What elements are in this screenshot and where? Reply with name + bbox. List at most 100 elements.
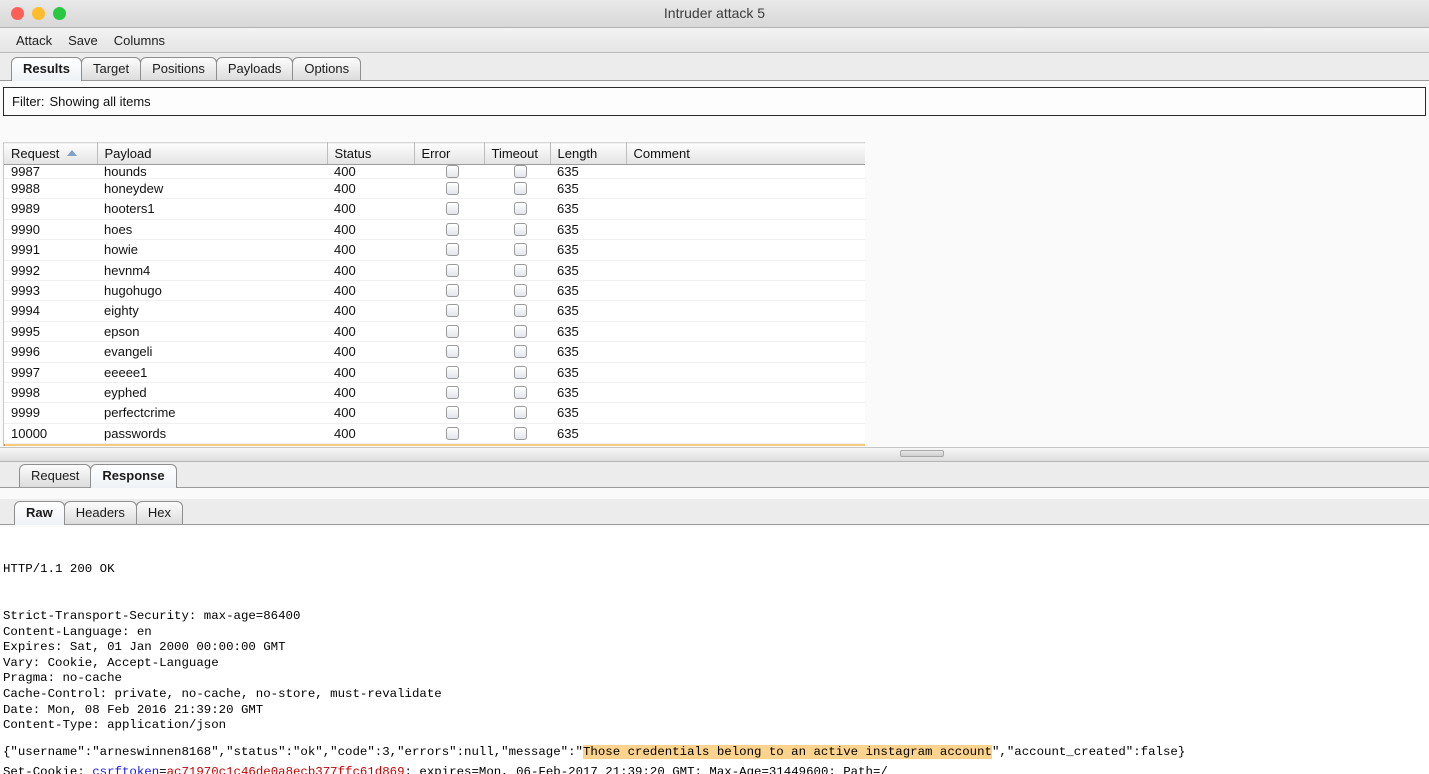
- splitter-grip[interactable]: [900, 450, 944, 457]
- cell-timeout[interactable]: [484, 402, 550, 424]
- cell-error[interactable]: [414, 362, 484, 384]
- checkbox-error-icon[interactable]: [446, 324, 459, 338]
- cell-timeout[interactable]: [484, 362, 550, 384]
- column-header-comment[interactable]: Comment: [626, 142, 865, 165]
- table-row[interactable]: 9989 hooters1 400 635: [4, 198, 865, 220]
- cell-error[interactable]: [414, 382, 484, 404]
- cell-timeout[interactable]: [484, 443, 550, 446]
- checkbox-timeout-icon[interactable]: [514, 406, 527, 420]
- table-row[interactable]: 9990 hoes 400 635: [4, 219, 865, 241]
- tab-options[interactable]: Options: [292, 57, 362, 80]
- cell-error[interactable]: [414, 341, 484, 363]
- checkbox-timeout-icon[interactable]: [514, 202, 527, 216]
- cell-error[interactable]: [414, 198, 484, 220]
- tab-raw[interactable]: Raw: [14, 501, 65, 525]
- checkbox-timeout-icon[interactable]: [514, 426, 527, 440]
- view-tab-strip: Raw Headers Hex: [0, 499, 1429, 525]
- checkbox-timeout-icon[interactable]: [514, 304, 527, 318]
- checkbox-timeout-icon[interactable]: [514, 222, 527, 236]
- menu-item-columns[interactable]: Columns: [108, 32, 171, 49]
- cell-timeout[interactable]: [484, 423, 550, 445]
- tab-positions[interactable]: Positions: [140, 57, 217, 80]
- cell-timeout[interactable]: [484, 198, 550, 220]
- table-row[interactable]: 9995 epson 400 635: [4, 321, 865, 343]
- checkbox-timeout-icon[interactable]: [514, 284, 527, 298]
- cell-error[interactable]: [414, 239, 484, 261]
- column-header-payload[interactable]: Payload: [97, 142, 328, 165]
- checkbox-timeout-icon[interactable]: [514, 365, 527, 379]
- table-row[interactable]: 9993 hugohugo 400 635: [4, 280, 865, 302]
- cell-timeout[interactable]: [484, 178, 550, 200]
- cell-error[interactable]: [414, 423, 484, 445]
- cell-timeout[interactable]: [484, 260, 550, 282]
- table-row[interactable]: 9987 hounds 400 635: [4, 164, 865, 179]
- cell-timeout[interactable]: [484, 300, 550, 322]
- checkbox-timeout-icon[interactable]: [514, 324, 527, 338]
- table-row[interactable]: 9998 eyphed 400 635: [4, 382, 865, 404]
- checkbox-error-icon[interactable]: [446, 406, 459, 420]
- checkbox-error-icon[interactable]: [446, 386, 459, 400]
- checkbox-timeout-icon[interactable]: [514, 165, 527, 178]
- table-row[interactable]: 9992 hevnm4 400 635: [4, 260, 865, 282]
- checkbox-timeout-icon[interactable]: [514, 263, 527, 277]
- cell-error[interactable]: [414, 300, 484, 322]
- cell-error[interactable]: [414, 178, 484, 200]
- checkbox-error-icon[interactable]: [446, 182, 459, 195]
- cell-timeout[interactable]: [484, 321, 550, 343]
- column-header-request[interactable]: Request: [4, 142, 98, 165]
- cell-error[interactable]: [414, 402, 484, 424]
- menu-item-attack[interactable]: Attack: [10, 32, 58, 49]
- cell-error[interactable]: [414, 443, 484, 446]
- cell-error[interactable]: [414, 321, 484, 343]
- table-row[interactable]: 9999 perfectcrime 400 635: [4, 402, 865, 424]
- checkbox-error-icon[interactable]: [446, 304, 459, 318]
- cell-error[interactable]: [414, 164, 484, 179]
- checkbox-timeout-icon[interactable]: [514, 345, 527, 359]
- cell-timeout[interactable]: [484, 239, 550, 261]
- column-header-error[interactable]: Error: [414, 142, 485, 165]
- checkbox-error-icon[interactable]: [446, 202, 459, 216]
- cell-comment: [626, 362, 865, 384]
- column-header-status[interactable]: Status: [327, 142, 415, 165]
- table-row[interactable]: 9994 eighty 400 635: [4, 300, 865, 322]
- cell-timeout[interactable]: [484, 382, 550, 404]
- table-row[interactable]: 10001passwd200 734: [4, 443, 865, 446]
- cell-timeout[interactable]: [484, 341, 550, 363]
- table-row[interactable]: 9997 eeeee1 400 635: [4, 362, 865, 384]
- table-row[interactable]: 9991 howie 400 635: [4, 239, 865, 261]
- tab-request[interactable]: Request: [19, 464, 92, 487]
- menu-item-save[interactable]: Save: [62, 32, 104, 49]
- cell-timeout[interactable]: [484, 164, 550, 179]
- tab-hex[interactable]: Hex: [135, 501, 183, 524]
- checkbox-error-icon[interactable]: [446, 365, 459, 379]
- response-raw-viewer[interactable]: HTTP/1.1 200 OK Strict-Transport-Securit…: [0, 527, 1429, 774]
- checkbox-timeout-icon[interactable]: [514, 386, 527, 400]
- cell-timeout[interactable]: [484, 280, 550, 302]
- checkbox-error-icon[interactable]: [446, 165, 459, 178]
- cell-timeout[interactable]: [484, 219, 550, 241]
- cell-error[interactable]: [414, 219, 484, 241]
- tab-target[interactable]: Target: [80, 57, 142, 80]
- table-row[interactable]: 10000 passwords 400 635: [4, 423, 865, 445]
- filter-bar[interactable]: Filter: Showing all items: [3, 87, 1426, 116]
- checkbox-error-icon[interactable]: [446, 263, 459, 277]
- tab-payloads[interactable]: Payloads: [215, 57, 294, 80]
- checkbox-timeout-icon[interactable]: [514, 243, 527, 257]
- column-header-length[interactable]: Length: [550, 142, 627, 165]
- table-row[interactable]: 9988 honeydew 400 635: [4, 178, 865, 200]
- tab-response[interactable]: Response: [90, 464, 177, 488]
- tab-headers[interactable]: Headers: [63, 501, 137, 524]
- column-header-timeout[interactable]: Timeout: [484, 142, 551, 165]
- checkbox-error-icon[interactable]: [446, 284, 459, 298]
- panel-splitter[interactable]: [0, 447, 1429, 462]
- checkbox-error-icon[interactable]: [446, 243, 459, 257]
- table-row[interactable]: 9996 evangeli 400 635: [4, 341, 865, 363]
- checkbox-error-icon[interactable]: [446, 222, 459, 236]
- tab-results[interactable]: Results: [11, 57, 82, 81]
- checkbox-timeout-icon[interactable]: [514, 182, 527, 195]
- cell-error[interactable]: [414, 260, 484, 282]
- results-table-container[interactable]: Request Payload Status Error Timeout Len…: [3, 142, 865, 446]
- checkbox-error-icon[interactable]: [446, 426, 459, 440]
- cell-error[interactable]: [414, 280, 484, 302]
- checkbox-error-icon[interactable]: [446, 345, 459, 359]
